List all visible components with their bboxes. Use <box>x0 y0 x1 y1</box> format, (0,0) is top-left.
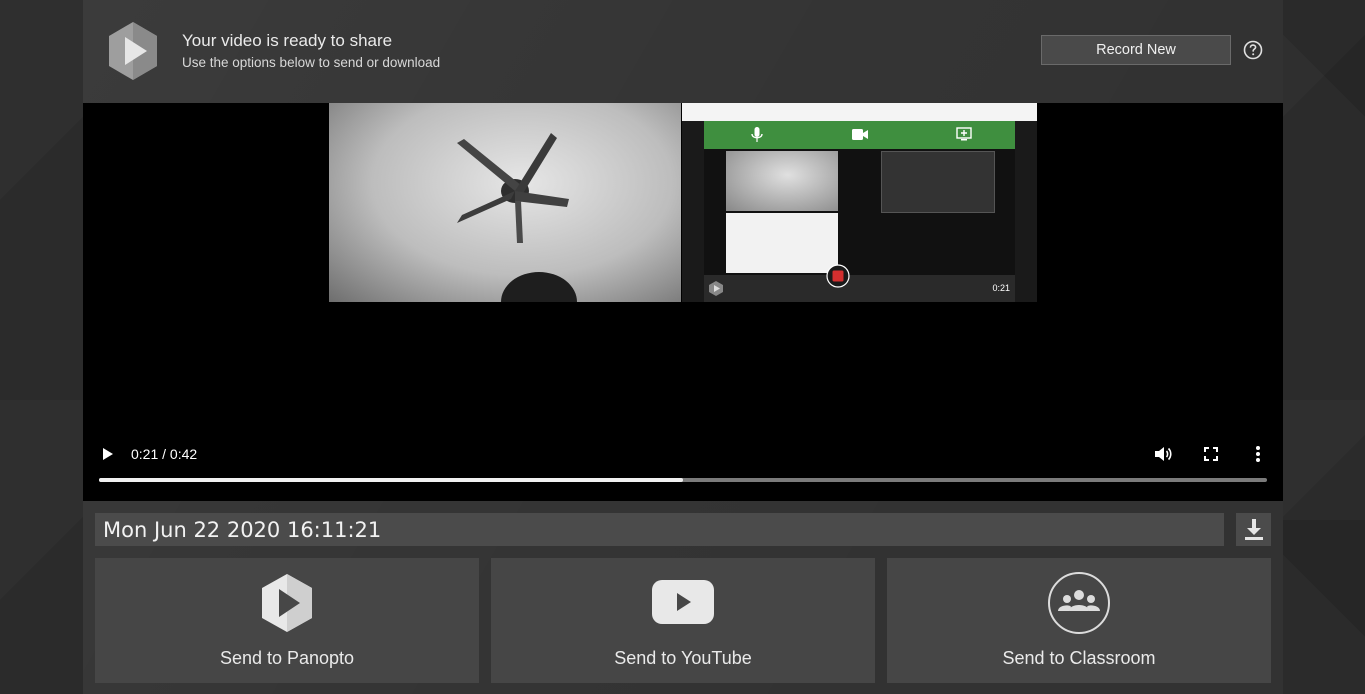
send-to-classroom-label: Send to Classroom <box>1002 648 1156 668</box>
volume-icon[interactable] <box>1154 445 1172 463</box>
share-panel: Your video is ready to share Use the opt… <box>83 0 1283 694</box>
browser-bar <box>682 103 1037 121</box>
progress-fill <box>99 478 683 482</box>
page-title: Your video is ready to share <box>182 31 393 50</box>
youtube-icon <box>652 580 714 624</box>
header: Your video is ready to share Use the opt… <box>83 0 1283 103</box>
send-to-panopto-label: Send to Panopto <box>219 648 355 668</box>
time-display: 0:21 / 0:42 <box>131 446 198 462</box>
more-options-icon[interactable] <box>1255 445 1261 463</box>
video-player[interactable]: 0:21 0:21 / 0:42 <box>83 103 1283 501</box>
play-icon[interactable] <box>102 447 114 461</box>
help-icon[interactable] <box>1243 40 1263 60</box>
record-new-button[interactable]: Record New <box>1041 35 1231 65</box>
screen-capture-feed: 0:21 <box>682 103 1037 302</box>
video-controls: 0:21 / 0:42 <box>83 433 1283 501</box>
page-subtitle: Use the options below to send or downloa… <box>182 55 441 70</box>
recording-name-field-wrapper <box>95 513 1224 546</box>
embedded-timer: 0:21 <box>992 283 1010 293</box>
download-icon <box>1245 519 1263 540</box>
panopto-small-icon <box>709 281 723 296</box>
share-options: Send to Panopto Send to YouTube Send to … <box>95 558 1271 683</box>
camera-icon <box>852 129 868 140</box>
webcam-feed <box>329 103 681 302</box>
screen-share-icon <box>956 127 972 141</box>
microphone-icon <box>751 127 763 142</box>
download-button[interactable] <box>1236 513 1271 546</box>
recorder-status-bar: 0:21 <box>704 275 1015 302</box>
send-to-youtube-label: Send to YouTube <box>614 648 752 668</box>
recorder-preview <box>704 149 1015 275</box>
panopto-logo-icon <box>262 574 312 632</box>
panopto-logo-icon <box>109 22 157 80</box>
recording-name-input[interactable] <box>103 513 1203 546</box>
ceiling-fan-image <box>457 133 577 302</box>
classroom-icon <box>1048 572 1110 634</box>
send-to-panopto-button[interactable]: Send to Panopto <box>95 558 479 683</box>
send-to-classroom-button[interactable]: Send to Classroom <box>887 558 1271 683</box>
record-stop-icon <box>826 264 850 288</box>
fullscreen-icon[interactable] <box>1204 447 1218 461</box>
recorder-toolbar <box>704 121 1015 149</box>
send-to-youtube-button[interactable]: Send to YouTube <box>491 558 875 683</box>
progress-bar[interactable] <box>99 478 1267 482</box>
